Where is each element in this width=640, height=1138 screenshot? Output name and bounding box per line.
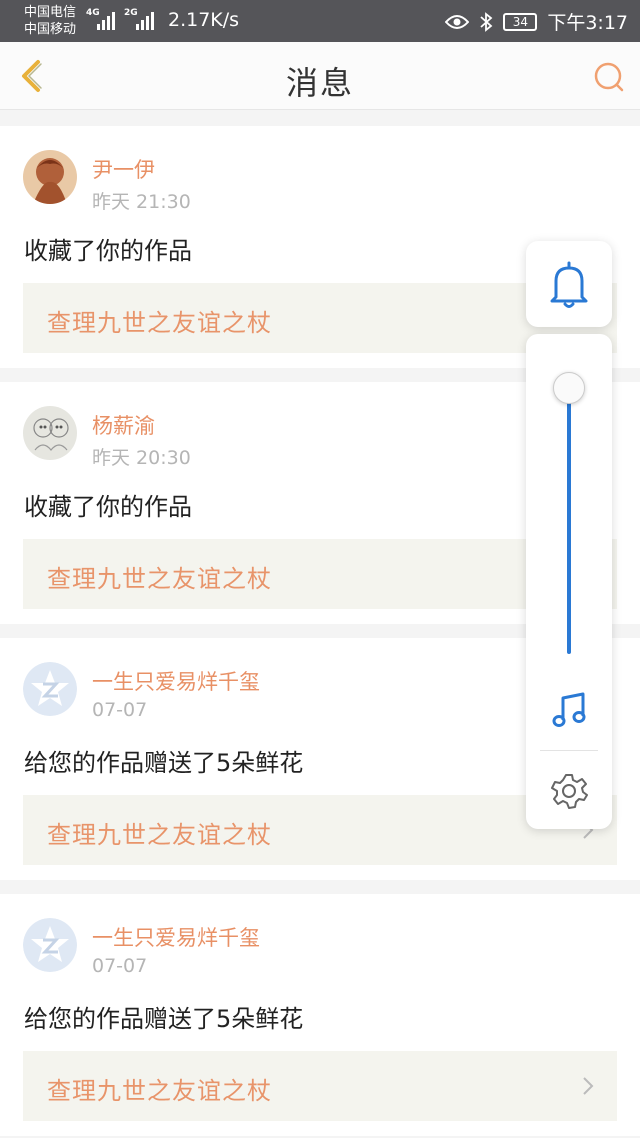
default-avatar-icon[interactable] <box>23 918 77 972</box>
divider <box>540 750 598 751</box>
message-time: 昨天 21:30 <box>92 191 191 213</box>
message-time: 昨天 20:30 <box>92 447 191 469</box>
work-title: 查理九世之友谊之杖 <box>47 309 272 337</box>
message-time: 07-07 <box>92 699 148 721</box>
bell-icon <box>550 261 588 308</box>
nav-bar: 消息 <box>0 42 640 110</box>
chevron-right-icon <box>583 1077 594 1095</box>
work-title: 查理九世之友谊之杖 <box>47 565 272 593</box>
volume-slider-track[interactable] <box>567 388 571 654</box>
status-bar: 中国电信 中国移动 4G 2G 2.17K/s 34 下午3:17 <box>0 0 640 42</box>
search-icon[interactable] <box>592 60 626 94</box>
work-title: 查理九世之友谊之杖 <box>47 821 272 849</box>
message-text: 给您的作品赠送了5朵鲜花 <box>24 1005 304 1033</box>
message-text: 收藏了你的作品 <box>24 237 192 265</box>
carrier-1: 中国电信 <box>24 5 77 20</box>
sender-name[interactable]: 一生只爱易烊千玺 <box>92 922 260 952</box>
volume-slider-thumb[interactable] <box>553 372 585 404</box>
avatar[interactable] <box>23 406 77 460</box>
network-speed: 2.17K/s <box>168 9 240 31</box>
message-text: 收藏了你的作品 <box>24 493 192 521</box>
default-avatar-icon[interactable] <box>23 662 77 716</box>
work-link[interactable]: 查理九世之友谊之杖 <box>23 1051 617 1121</box>
carrier-names: 中国电信 中国移动 <box>24 4 76 38</box>
eye-icon <box>445 14 470 29</box>
bluetooth-icon <box>480 11 493 32</box>
message-time: 07-07 <box>92 955 148 977</box>
message-text: 给您的作品赠送了5朵鲜花 <box>24 749 304 777</box>
signal-icon <box>97 10 115 30</box>
work-title: 查理九世之友谊之杖 <box>47 1077 272 1105</box>
page-title: 消息 <box>285 64 354 102</box>
sender-name[interactable]: 杨薪渝 <box>92 410 155 440</box>
volume-panel <box>526 334 612 829</box>
signal-icon <box>136 10 154 30</box>
sender-name[interactable]: 一生只爱易烊千玺 <box>92 666 260 696</box>
message-card[interactable]: 一生只爱易烊千玺 07-07 给您的作品赠送了5朵鲜花 查理九世之友谊之杖 <box>0 894 640 1136</box>
sender-name[interactable]: 尹一伊 <box>92 154 155 184</box>
battery-icon: 34 <box>503 12 538 31</box>
music-note-icon[interactable] <box>551 690 587 730</box>
avatar[interactable] <box>23 150 77 204</box>
gear-icon[interactable] <box>550 772 588 810</box>
carrier-2: 中国移动 <box>24 22 77 37</box>
ringer-mode-button[interactable] <box>526 241 612 327</box>
clock: 下午3:17 <box>547 12 628 34</box>
